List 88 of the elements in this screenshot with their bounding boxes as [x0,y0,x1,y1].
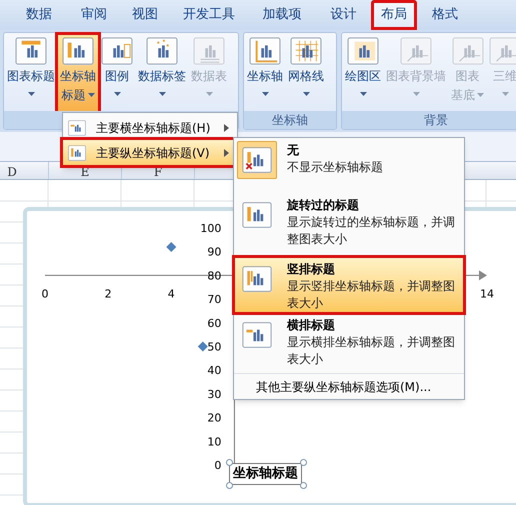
chart-icon [249,37,281,65]
axis-label: 20 [207,412,222,425]
axis-label: 60 [207,316,222,330]
menu-item[interactable]: 竖排标题 显示竖排坐标轴标题，并调整图表大小 [234,257,464,313]
menu-item-title: 旋转过的标题 [287,197,360,214]
chart-icon [347,37,379,65]
caret-icon [114,92,120,96]
ribbon-tab[interactable]: 加载项 [248,0,316,30]
menu-item-description: 显示竖排坐标轴标题，并调整图表大小 [287,278,456,312]
menu-item[interactable]: 横排标题 显示横排坐标轴标题，并调整图表大小 [234,313,464,373]
chart-icon [68,120,86,136]
submenu-arrow-icon [224,124,229,132]
menu-item[interactable]: 其他主要纵坐标轴标题选项(M)... [256,378,432,396]
axis-label: 0 [214,459,222,472]
column-header: D [0,162,49,179]
ribbon-tab[interactable]: 开发工具 [170,0,248,30]
axis-label: 90 [207,246,222,259]
menu-item-description: 显示旋转过的坐标轴标题，并调整图表大小 [287,214,456,248]
button-label: 图表标题 [7,68,55,84]
chart-icon [489,37,516,65]
menu-item-title: 竖排标题 [287,261,336,278]
menu-item-description: 显示横排坐标轴标题，并调整图表大小 [287,334,456,368]
axis-label: 40 [207,364,222,378]
menu-item[interactable]: 无 不显示坐标轴标题 [234,138,464,193]
axis-title[interactable]: 坐标轴标题 [229,463,302,485]
menu-item[interactable]: 旋转过的标题 显示旋转过的坐标轴标题，并调整图表大小 [234,193,464,257]
button-label: 基底 [451,87,475,103]
menu-item-label: 主要横坐标轴标题(H) [96,120,212,136]
menu-item[interactable]: 主要横坐标轴标题(H) [63,115,237,140]
caret-icon [206,92,212,96]
chart-icon [146,37,178,65]
ribbon-tab[interactable]: 设计 [316,0,371,30]
button-label: 坐标轴 [60,68,96,84]
axis-label: 80 [207,269,222,282]
ribbon-tab[interactable]: 数据 [10,0,68,30]
group-label: 背景 [424,112,448,129]
ribbon-button[interactable]: 图例 [99,35,135,111]
axis-label: 2 [104,287,112,300]
button-label: 坐标轴 [247,68,283,84]
button-label: 绘图区 [345,68,381,84]
ribbon-button[interactable]: 绘图区 [343,35,383,111]
axis-label: 100 [200,222,222,235]
caret-icon [360,92,366,96]
chart-icon [400,37,432,65]
axis-label: 0 [42,287,48,300]
caret-icon [88,93,94,97]
submenu-arrow-icon [224,148,229,156]
caret-icon [302,92,310,96]
ribbon-button[interactable]: 数据标签 [136,35,188,111]
caret-icon [262,92,268,96]
chart-icon [62,37,94,65]
ribbon-button[interactable]: 坐标轴 标题 [58,35,98,111]
ribbon-tab[interactable]: 审阅 [68,0,120,30]
axis-label: 14 [480,287,494,300]
button-label: 网格线 [288,68,324,84]
group-label: 坐标轴 [272,112,308,129]
caret-icon [502,92,508,96]
menu-item-title: 无 [287,142,300,159]
button-label: 图例 [105,68,129,84]
button-label: 数据表 [191,68,227,84]
axis-label: 30 [207,388,222,401]
chart-icon [290,37,322,65]
ribbon-tab[interactable]: 布局 [371,0,417,30]
axis-label: 4 [168,287,175,300]
button-label: 图表背景墙 [386,68,446,84]
ribbon-tab[interactable]: 格式 [417,0,473,30]
button-label: 图表 [456,68,480,84]
menu-item-title: 横排标题 [287,317,336,334]
button-label: 标题 [62,87,86,103]
ribbon-button[interactable]: 图表标题 [5,35,57,111]
caret-icon [477,93,484,97]
ribbon-button[interactable]: 网格线 [286,35,326,111]
axis-label: 50 [207,340,222,354]
axis-label: 70 [207,293,222,306]
button-label: 数据标签 [138,68,186,84]
caret-icon [412,92,420,96]
axis-label: 10 [207,435,222,448]
menu-item-description: 不显示坐标轴标题 [287,159,384,176]
chart-icon [452,37,484,65]
chart-icon [68,144,86,160]
caret-icon [158,92,166,96]
chart-icon [101,37,133,65]
menu-item-label: 主要纵坐标轴标题(V) [96,144,211,162]
chart-icon [15,37,47,65]
caret-icon [28,92,34,96]
chart-icon [193,37,225,65]
ribbon-tab[interactable]: 视图 [120,0,170,30]
ribbon-button[interactable]: 坐标轴 [245,35,285,111]
